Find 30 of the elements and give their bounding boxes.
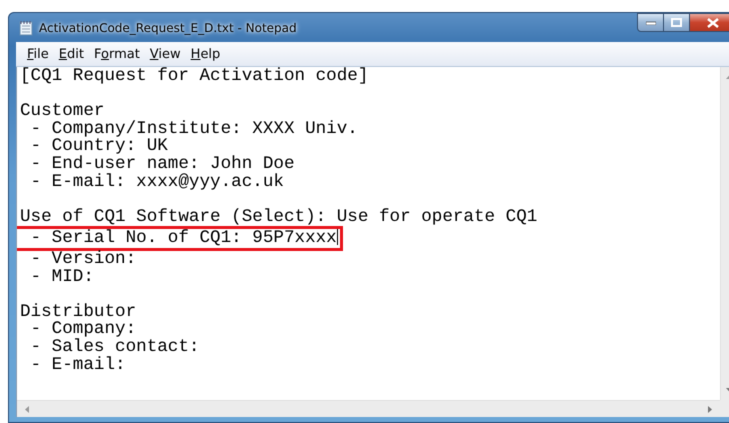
scroll-left-icon[interactable] bbox=[25, 406, 29, 412]
text-line: [CQ1 Request for Activation code] bbox=[20, 67, 368, 86]
text-line: - Country: UK bbox=[30, 136, 168, 156]
text-line: - Serial No. of CQ1: 95P7xxxx bbox=[30, 228, 337, 248]
menu-item[interactable]: Format bbox=[88, 44, 145, 64]
maximize-icon bbox=[671, 18, 682, 27]
scroll-right-icon[interactable] bbox=[708, 406, 712, 412]
minimize-button[interactable] bbox=[637, 13, 664, 32]
text-line: Distributor bbox=[20, 302, 136, 322]
text-line: - MID: bbox=[30, 266, 94, 287]
menu-item[interactable]: View bbox=[144, 44, 186, 64]
text-line: - Sales contact: bbox=[30, 336, 200, 357]
close-button[interactable] bbox=[690, 13, 729, 32]
horizontal-scrollbar[interactable] bbox=[17, 400, 720, 417]
text-line: Use of CQ1 Software (Select): Use for operate CQ1 bbox=[20, 206, 538, 227]
menu-item[interactable]: Edit bbox=[54, 44, 89, 64]
close-icon bbox=[706, 18, 718, 28]
text-line: - E-mail: bbox=[30, 354, 126, 374]
maximize-button[interactable] bbox=[664, 13, 690, 32]
notepad-icon bbox=[19, 20, 33, 36]
text-line: - End-user name: John Doe bbox=[30, 154, 295, 174]
window-title: ActivationCode_Request_E_D.txt - Notepad bbox=[39, 20, 297, 34]
menu-item[interactable]: Help bbox=[186, 44, 226, 64]
text-line: - E-mail: xxxx@yyy.ac.uk bbox=[30, 172, 284, 192]
text-line: - Company: bbox=[30, 319, 136, 340]
text-line: - Company/Institute: XXXX Univ. bbox=[30, 118, 358, 139]
text-line: - Version: bbox=[30, 248, 136, 269]
text-line: Customer bbox=[20, 101, 104, 122]
minimize-icon bbox=[646, 20, 656, 24]
menu-item[interactable]: File bbox=[22, 44, 54, 64]
